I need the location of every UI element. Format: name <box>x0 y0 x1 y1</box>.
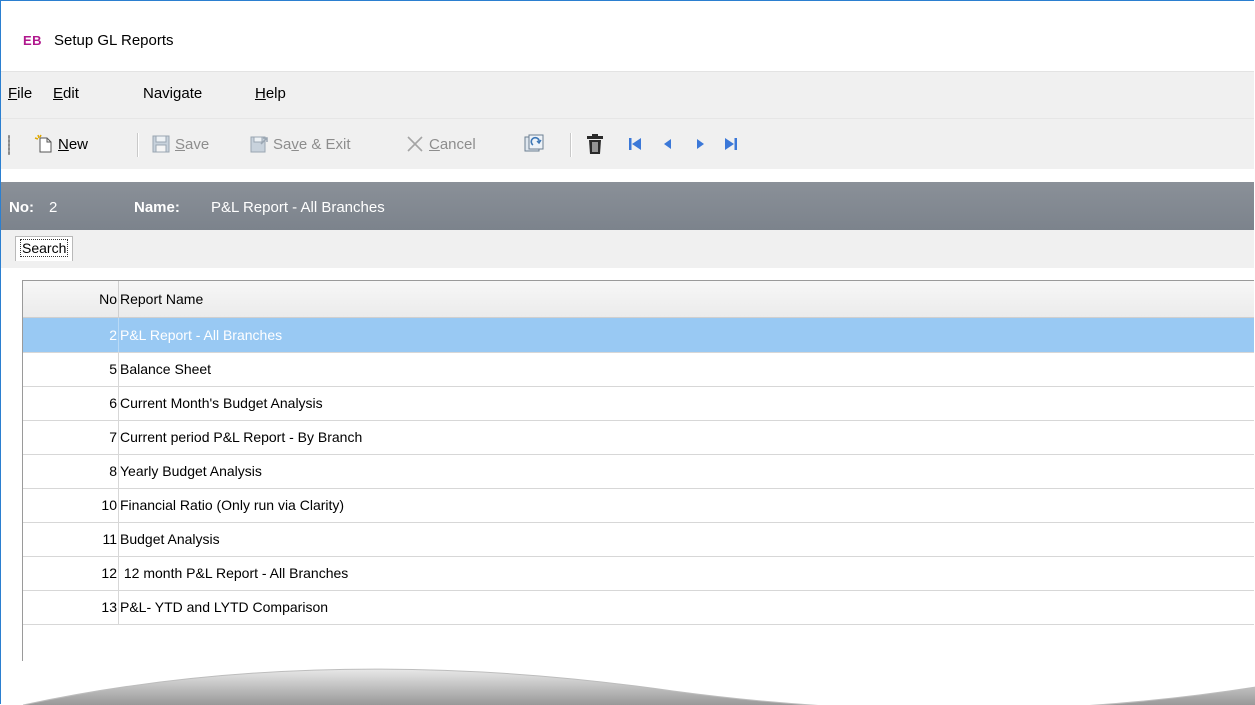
table-row[interactable]: 12 12 month P&L Report - All Branches <box>23 556 1254 591</box>
table-row[interactable]: 2 P&L Report - All Branches <box>23 318 1254 353</box>
title-bar: EB Setup GL Reports <box>1 1 1254 71</box>
menu-edit-label: dit <box>63 85 79 102</box>
previous-record-icon[interactable] <box>660 135 676 153</box>
record-number-value: 2 <box>49 199 58 216</box>
delete-icon <box>587 134 603 154</box>
refresh-icon <box>524 134 544 152</box>
menu-edit[interactable]: Edit <box>53 85 79 102</box>
grid-header: No Report Name <box>23 281 1254 318</box>
menu-navigate-label: Navigate <box>143 85 203 102</box>
menu-edit-accel: E <box>53 85 64 102</box>
toolbar-grip[interactable] <box>8 135 10 155</box>
save-exit-rest: e & Exit <box>298 135 351 153</box>
new-button[interactable]: New <box>34 131 88 157</box>
cell-no: 2 <box>109 327 117 343</box>
record-number-label: No: <box>9 199 34 216</box>
table-row[interactable]: 8 Yearly Budget Analysis <box>23 454 1254 489</box>
toolbar: New Save Save & Exit Cancel <box>1 118 1254 169</box>
cell-divider <box>118 420 119 454</box>
table-row[interactable]: 5 Balance Sheet <box>23 352 1254 387</box>
cell-report-name: Financial Ratio (Only run via Clarity) <box>120 497 345 513</box>
menu-help[interactable]: Help <box>255 85 286 102</box>
cell-no: 10 <box>101 497 117 513</box>
save-exit-accel: v <box>291 135 299 153</box>
save-exit-icon <box>250 136 268 153</box>
menu-file-accel: F <box>8 85 18 102</box>
menu-file-label: ile <box>17 85 33 102</box>
app-logo: EB <box>23 33 43 48</box>
cancel-icon <box>407 136 423 152</box>
tab-search[interactable]: Search <box>15 236 74 261</box>
menu-bar: File Edit Navigate Help <box>1 71 1254 119</box>
reports-grid: No Report Name 2 P&L Report - All Branche… <box>22 280 1254 661</box>
next-record-icon[interactable] <box>692 135 708 153</box>
tab-strip: Search <box>1 230 1254 268</box>
cell-divider <box>118 318 119 352</box>
toolbar-separator <box>570 133 572 157</box>
save-exit-label: Save & Exit <box>273 136 351 153</box>
record-name-label: Name: <box>134 199 180 216</box>
new-icon <box>34 134 52 153</box>
cell-report-name: Current period P&L Report - By Branch <box>120 429 363 445</box>
new-rest: ew <box>68 135 89 153</box>
record-name-value: P&L Report - All Branches <box>211 199 385 216</box>
app-window: EB Setup GL Reports File Edit Navigate H… <box>0 0 1255 705</box>
cancel-button[interactable]: Cancel <box>405 131 476 157</box>
cell-report-name: P&L Report - All Branches <box>120 327 283 343</box>
refresh-button[interactable] <box>523 131 545 157</box>
window-title: Setup GL Reports <box>54 32 174 49</box>
delete-button[interactable] <box>585 131 605 157</box>
cell-divider <box>118 386 119 420</box>
save-label: Save <box>175 136 209 153</box>
menu-file[interactable]: File <box>8 85 32 102</box>
table-row[interactable]: 13 P&L- YTD and LYTD Comparison <box>23 590 1254 625</box>
cell-divider <box>118 488 119 522</box>
cell-divider <box>118 556 119 590</box>
table-row[interactable]: 7 Current period P&L Report - By Branch <box>23 420 1254 455</box>
cell-report-name: P&L- YTD and LYTD Comparison <box>120 599 329 615</box>
cell-no: 8 <box>109 463 117 479</box>
save-exit-pre: Sa <box>273 135 292 153</box>
record-header: No: 2 Name: P&L Report - All Branches <box>1 182 1254 230</box>
menu-navigate[interactable]: Navigate <box>143 85 202 102</box>
table-row[interactable]: 6 Current Month's Budget Analysis <box>23 386 1254 421</box>
cell-report-name: Balance Sheet <box>120 361 212 377</box>
cell-divider <box>118 352 119 386</box>
table-row[interactable]: 10 Financial Ratio (Only run via Clarity) <box>23 488 1254 523</box>
cell-divider <box>118 522 119 556</box>
cell-report-name: Yearly Budget Analysis <box>120 463 262 479</box>
column-header-no[interactable]: No <box>23 291 117 307</box>
last-record-icon[interactable] <box>723 135 739 153</box>
menu-help-label: elp <box>265 85 286 102</box>
toolbar-separator <box>137 133 139 157</box>
new-label: New <box>58 136 88 153</box>
new-accel: N <box>58 135 69 153</box>
column-divider[interactable] <box>118 281 119 317</box>
save-and-exit-button[interactable]: Save & Exit <box>249 131 351 157</box>
cell-report-name: 12 month P&L Report - All Branches <box>120 565 349 581</box>
save-button[interactable]: Save <box>151 131 209 157</box>
cell-report-name: Budget Analysis <box>120 531 220 547</box>
cell-report-name: Current Month's Budget Analysis <box>120 395 323 411</box>
save-icon <box>152 135 170 153</box>
cancel-rest: ancel <box>439 135 476 153</box>
cell-divider <box>118 454 119 488</box>
save-accel: S <box>175 135 186 153</box>
cell-no: 13 <box>101 599 117 615</box>
save-rest: ave <box>185 135 210 153</box>
cell-divider <box>118 590 119 624</box>
cell-no: 11 <box>102 531 117 547</box>
first-record-icon[interactable] <box>627 135 643 153</box>
cancel-label: Cancel <box>429 136 476 153</box>
cell-no: 6 <box>109 395 117 411</box>
cell-no: 12 <box>101 565 117 581</box>
cell-no: 7 <box>109 429 117 445</box>
table-row[interactable]: 11 Budget Analysis <box>23 522 1254 557</box>
cell-no: 5 <box>109 361 117 377</box>
cancel-accel: C <box>429 135 440 153</box>
menu-help-accel: H <box>255 85 266 102</box>
tab-search-label: Search <box>20 239 69 257</box>
column-header-report-name[interactable]: Report Name <box>120 291 203 307</box>
